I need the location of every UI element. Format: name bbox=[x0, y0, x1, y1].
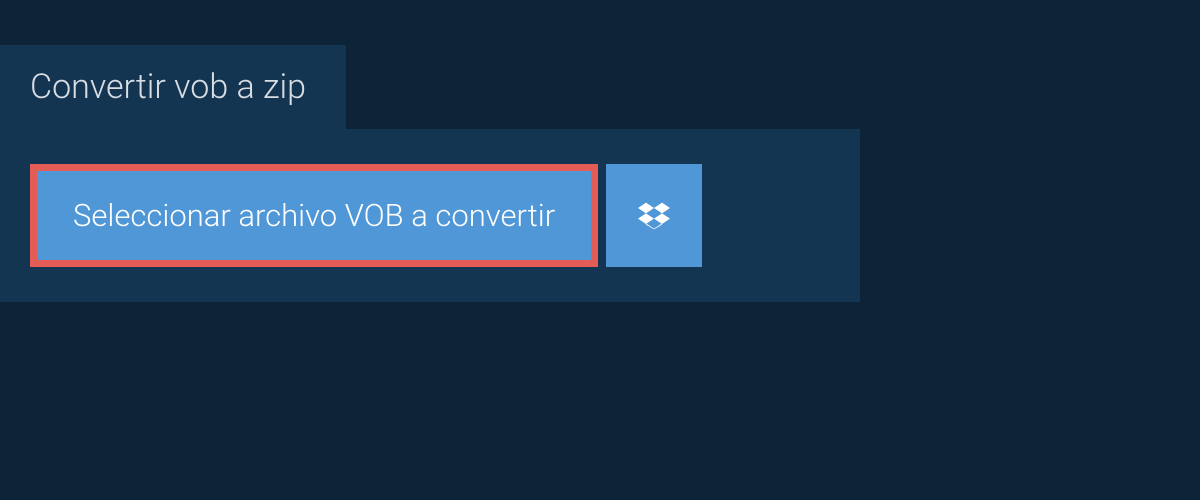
select-file-label: Seleccionar archivo VOB a convertir bbox=[73, 197, 555, 234]
dropbox-icon bbox=[638, 200, 670, 232]
tab-label: Convertir vob a zip bbox=[30, 67, 306, 107]
tab-convert[interactable]: Convertir vob a zip bbox=[0, 45, 346, 129]
dropbox-button[interactable] bbox=[606, 164, 702, 267]
button-row: Seleccionar archivo VOB a convertir bbox=[30, 164, 830, 267]
upload-panel: Seleccionar archivo VOB a convertir bbox=[0, 129, 860, 302]
select-file-button[interactable]: Seleccionar archivo VOB a convertir bbox=[30, 164, 598, 267]
